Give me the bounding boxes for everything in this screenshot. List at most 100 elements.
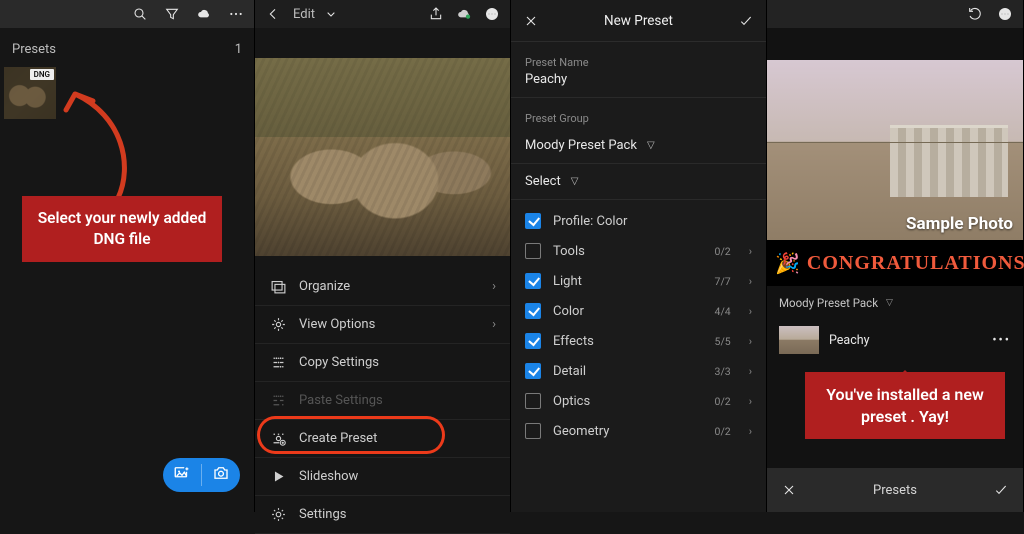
menu-item-label: Create Preset — [299, 431, 377, 446]
option-count: 0/2 — [715, 245, 731, 258]
confirm-icon[interactable] — [993, 482, 1009, 498]
sample-photo[interactable]: Sample Photo — [767, 60, 1023, 240]
overflow-menu: Organize› View Options › Copy Settings Paste… — [255, 268, 510, 534]
more-icon[interactable] — [997, 6, 1013, 22]
callout-arrow — [63, 86, 143, 206]
preset-group-value: Moody Preset Pack — [525, 138, 637, 153]
preset-item-more-icon[interactable]: ••• — [992, 333, 1011, 348]
menu-item-icon — [269, 316, 287, 333]
menu-item-slideshow[interactable]: Slideshow — [255, 458, 510, 496]
chevron-down-icon: ▽ — [886, 298, 893, 308]
option-count: 0/2 — [715, 395, 731, 408]
menu-item-label: Paste Settings — [299, 393, 383, 408]
preset-item[interactable]: Peachy ••• — [767, 320, 1023, 360]
cloud-icon[interactable] — [196, 6, 212, 22]
option-label: Detail — [553, 364, 703, 379]
checkbox[interactable] — [525, 423, 541, 439]
menu-item-label: Copy Settings — [299, 355, 379, 370]
back-icon[interactable] — [265, 6, 281, 22]
preset-option-profile-color[interactable]: Profile: Color — [511, 206, 766, 236]
collection-count: 1 — [235, 42, 242, 57]
preset-thumbnail — [779, 326, 819, 354]
option-count: 4/4 — [715, 305, 731, 318]
option-label: Color — [553, 304, 703, 319]
option-count: 3/3 — [715, 365, 731, 378]
option-label: Profile: Color — [553, 214, 752, 229]
menu-item-icon — [269, 506, 287, 523]
close-icon[interactable] — [523, 13, 539, 29]
option-label: Optics — [553, 394, 703, 409]
confirm-icon[interactable] — [738, 13, 754, 29]
close-icon[interactable] — [781, 482, 797, 498]
camera-icon — [212, 464, 230, 486]
chevron-right-icon: › — [492, 317, 496, 332]
preset-option-light[interactable]: Light7/7› — [511, 266, 766, 296]
preset-group-dropdown[interactable]: Moody Preset Pack ▽ — [511, 128, 766, 164]
preset-name-field[interactable]: Peachy — [511, 72, 766, 98]
checkbox[interactable] — [525, 333, 541, 349]
menu-item-create-preset[interactable]: Create Preset — [255, 420, 510, 458]
checkbox[interactable] — [525, 243, 541, 259]
chevron-right-icon: › — [749, 305, 752, 318]
preset-option-effects[interactable]: Effects 5/5 › — [511, 326, 766, 356]
checkbox[interactable] — [525, 273, 541, 289]
collection-header[interactable]: Presets 1 — [0, 28, 254, 67]
checkbox[interactable] — [525, 303, 541, 319]
photo-thumbnail[interactable]: DNG — [4, 67, 56, 119]
cloud-sync-icon[interactable] — [456, 6, 472, 22]
option-label: Light — [553, 274, 703, 289]
menu-item-icon — [269, 278, 287, 295]
select-label: Select — [525, 174, 561, 189]
menu-item-view-options[interactable]: View Options › — [255, 306, 510, 344]
option-count: 0/2 — [715, 425, 731, 438]
chevron-down-icon[interactable] — [323, 6, 339, 22]
preset-option-detail[interactable]: Detail 3/3 › — [511, 356, 766, 386]
checkbox[interactable] — [525, 363, 541, 379]
undo-icon[interactable] — [967, 6, 983, 22]
option-count: 5/5 — [715, 335, 731, 348]
add-image-icon — [173, 464, 191, 486]
add-photo-fab[interactable] — [163, 458, 240, 492]
menu-item-icon — [269, 430, 287, 447]
preset-option-color[interactable]: Color 4/4 › — [511, 296, 766, 326]
more-icon[interactable] — [484, 6, 500, 22]
preset-option-tools[interactable]: Tools 0/2 › — [511, 236, 766, 266]
checkbox[interactable] — [525, 213, 541, 229]
library-toolbar — [0, 0, 254, 28]
share-icon[interactable] — [428, 6, 444, 22]
select-all-dropdown[interactable]: Select ▽ — [511, 164, 766, 200]
checkbox[interactable] — [525, 393, 541, 409]
collection-title: Presets — [12, 42, 56, 57]
edit-preview-image[interactable] — [255, 58, 510, 256]
menu-item-paste-settings: Paste Settings — [255, 382, 510, 420]
panel-new-preset: New Preset Preset Name Peachy Preset Gro… — [511, 0, 767, 512]
search-icon[interactable] — [132, 6, 148, 22]
menu-item-organize[interactable]: Organize› — [255, 268, 510, 306]
menu-item-settings[interactable]: Settings — [255, 496, 510, 534]
party-popper-icon: 🎉 — [775, 251, 801, 276]
filter-icon[interactable] — [164, 6, 180, 22]
panel-preset-applied: Sample Photo 🎉 CONGRATULATIONS Moody Pre… — [767, 0, 1024, 512]
preset-option-geometry[interactable]: Geometry 0/2 › — [511, 416, 766, 446]
chevron-right-icon: › — [749, 335, 752, 348]
more-icon[interactable] — [228, 6, 244, 22]
preset-group-label: Preset Group — [511, 98, 766, 128]
option-label: Geometry — [553, 424, 703, 439]
congrats-banner: 🎉 CONGRATULATIONS — [767, 240, 1023, 286]
menu-item-label: View Options — [299, 317, 375, 332]
callout-installed: You've installed a new preset . Yay! — [805, 372, 1005, 439]
menu-item-label: Settings — [299, 507, 346, 522]
preset-option-optics[interactable]: Optics0/2› — [511, 386, 766, 416]
option-label: Tools — [553, 244, 703, 259]
chevron-right-icon: › — [749, 365, 752, 378]
chevron-right-icon: › — [749, 245, 752, 258]
panel-library: Presets 1 DNG Select your newly added DN… — [0, 0, 255, 512]
preset-item-label: Peachy — [829, 333, 870, 348]
option-label: Effects — [553, 334, 703, 349]
preset-group-selector[interactable]: Moody Preset Pack ▽ — [767, 286, 1023, 320]
footer-title: Presets — [797, 483, 993, 498]
chevron-right-icon: › — [749, 425, 752, 438]
edit-toolbar: Edit — [255, 0, 510, 28]
menu-item-copy-settings[interactable]: Copy Settings — [255, 344, 510, 382]
applied-toolbar — [767, 0, 1023, 28]
